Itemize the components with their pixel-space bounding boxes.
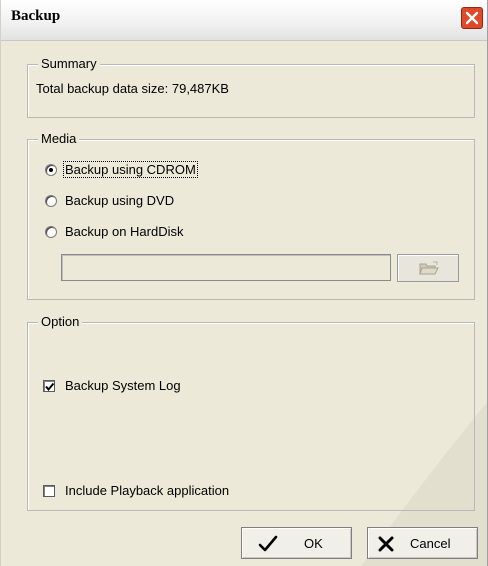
radio-dvd[interactable] xyxy=(45,195,57,207)
system-log-label[interactable]: Backup System Log xyxy=(65,378,181,393)
checkbox-playback[interactable] xyxy=(43,485,55,497)
browse-folder-button[interactable] xyxy=(397,254,459,282)
summary-legend: Summary xyxy=(38,56,100,71)
checkmark-icon xyxy=(45,382,55,392)
cancel-label: Cancel xyxy=(410,536,451,551)
folder-open-icon xyxy=(419,261,439,275)
x-icon xyxy=(378,536,394,552)
checkbox-system-log[interactable] xyxy=(43,380,55,392)
checkmark-icon xyxy=(258,535,278,552)
radio-harddisk[interactable] xyxy=(45,226,57,238)
option-legend: Option xyxy=(38,314,83,329)
backup-size-text: Total backup data size: 79,487KB xyxy=(36,81,229,96)
harddisk-path-input[interactable] xyxy=(61,254,391,281)
summary-group: Summary Total backup data size: 79,487KB xyxy=(27,56,475,118)
radio-selected-dot xyxy=(49,168,53,172)
title-bar[interactable]: Backup xyxy=(1,0,487,41)
playback-label[interactable]: Include Playback application xyxy=(65,483,229,498)
close-icon xyxy=(465,11,479,25)
ok-label: OK xyxy=(304,536,323,551)
media-legend: Media xyxy=(38,131,80,146)
radio-dvd-label[interactable]: Backup using DVD xyxy=(65,193,174,208)
radio-cdrom[interactable] xyxy=(45,164,57,176)
close-button[interactable] xyxy=(461,7,483,29)
cancel-button[interactable]: Cancel xyxy=(367,527,478,559)
radio-cdrom-label[interactable]: Backup using CDROM xyxy=(63,161,198,178)
dialog-title: Backup xyxy=(11,8,61,24)
backup-dialog: Backup Summary Total backup data size: 7… xyxy=(0,0,488,566)
ok-button[interactable]: OK xyxy=(241,527,352,559)
radio-harddisk-label[interactable]: Backup on HardDisk xyxy=(65,224,184,239)
